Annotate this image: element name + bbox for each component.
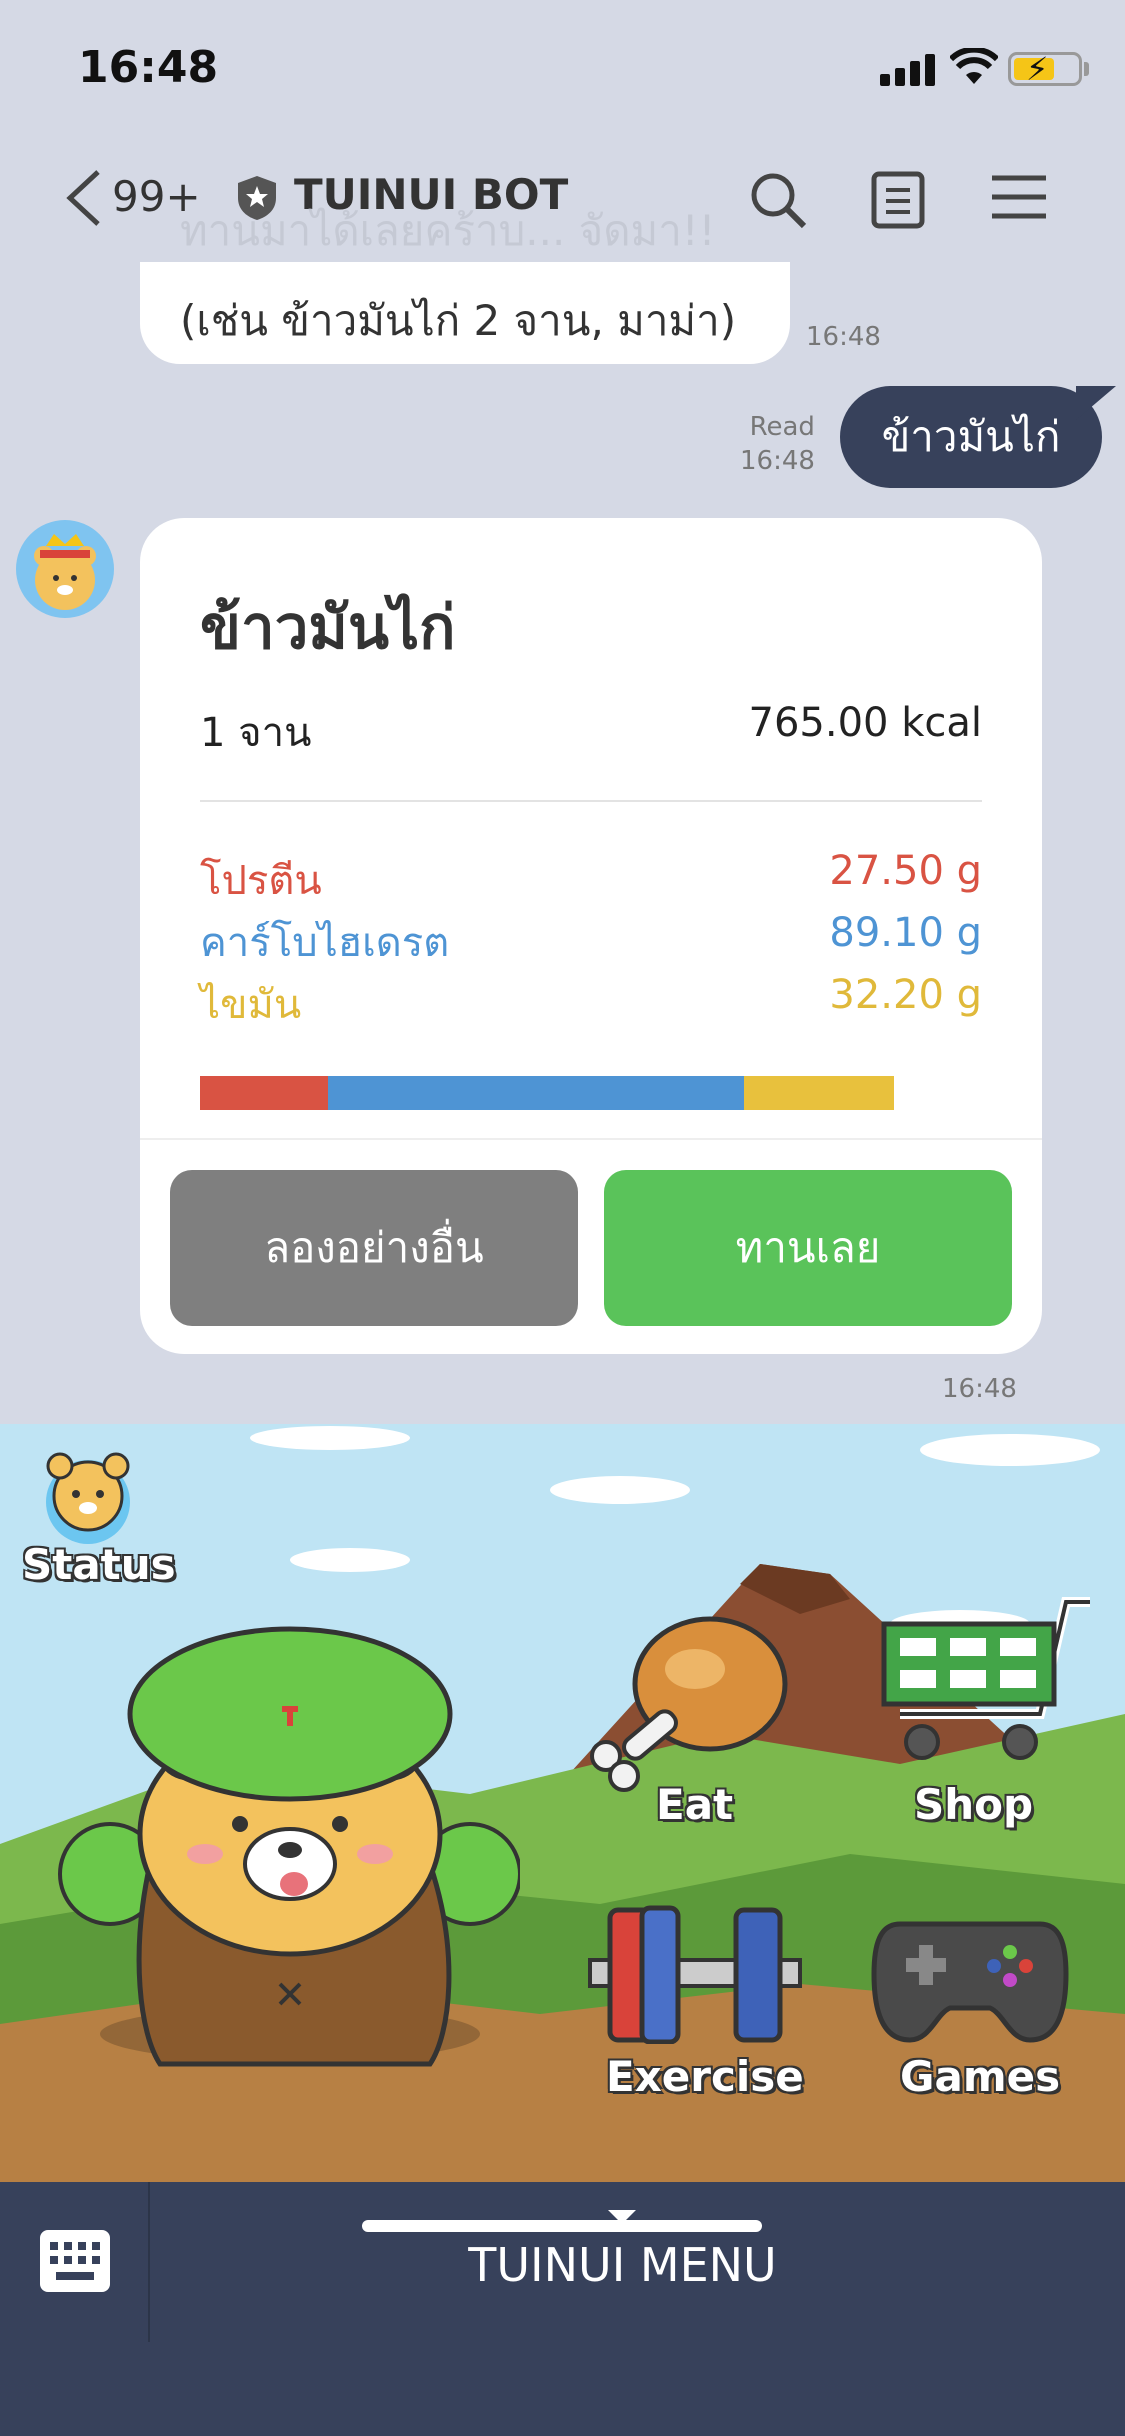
hamster-character	[50, 1574, 520, 2084]
status-bar: 16:48 ⚡	[0, 0, 1125, 140]
message-timestamp: 16:48	[806, 322, 881, 352]
nutrient-label: คาร์โบไฮเดรต	[200, 920, 450, 966]
nutrient-row-carbohydrate: คาร์โบไฮเดรต 89.10 g	[200, 910, 982, 974]
notes-icon[interactable]	[870, 170, 926, 230]
bot-message-text: (เช่น ข้าวมันไก่ 2 จาน, มาม่า)	[180, 296, 737, 345]
eat-menu-item[interactable]: Eat	[580, 1604, 800, 1854]
exercise-label: Exercise	[606, 2052, 804, 2101]
search-icon[interactable]	[748, 170, 808, 230]
divider	[200, 800, 982, 802]
food-title: ข้าวมันไก่	[200, 593, 456, 663]
serving-size: 1 จาน	[200, 710, 312, 756]
try-other-button[interactable]: ลองอย่างอื่น	[170, 1170, 578, 1326]
macro-bar-segment	[743, 1076, 894, 1110]
eat-now-button[interactable]: ทานเลย	[604, 1170, 1012, 1326]
card-divider	[140, 1138, 1042, 1140]
menu-toggle-label: TUINUI MENU	[468, 2238, 777, 2292]
rich-menu: Status Eat Shop Exercise Games	[0, 1424, 1125, 2182]
games-menu-item[interactable]: Games	[860, 1904, 1090, 2114]
status-menu-item[interactable]: Status	[10, 1436, 176, 1596]
exercise-menu-item[interactable]: Exercise	[580, 1904, 810, 2114]
charging-bolt-icon: ⚡	[1026, 50, 1049, 88]
status-time: 16:48	[78, 42, 219, 93]
chicken-leg-icon	[590, 1616, 788, 1792]
dumbbell-icon	[588, 1905, 802, 2044]
user-message-time: 16:48	[740, 446, 815, 476]
keyboard-toggle-button[interactable]	[0, 2182, 150, 2342]
bot-message-bubble: ทานมาได้เลยคร้าบ... จัดมา!! (เช่น ข้าวมั…	[140, 206, 790, 364]
nutrient-value: 32.20 g	[829, 972, 982, 1018]
home-indicator[interactable]	[362, 2220, 762, 2232]
shop-label: Shop	[914, 1780, 1034, 1829]
hamster-face-icon	[46, 1452, 130, 1544]
bot-avatar[interactable]	[16, 520, 114, 618]
wifi-icon	[950, 48, 998, 84]
bot-message-faded-line: ทานมาได้เลยคร้าบ... จัดมา!!	[180, 206, 716, 255]
hamburger-icon[interactable]	[990, 172, 1048, 222]
signal-icon	[880, 52, 936, 86]
keyboard-icon	[40, 2230, 110, 2292]
nutrient-row-protein: โปรตีน 27.50 g	[200, 848, 982, 912]
gamepad-icon	[871, 1921, 1069, 2043]
food-card: ข้าวมันไก่ 1 จาน 765.00 kcal โปรตีน 27.5…	[140, 518, 1042, 1354]
shop-menu-item[interactable]: Shop	[870, 1594, 1100, 1854]
rich-menu-toggle[interactable]: TUINUI MENU	[150, 2182, 1125, 2342]
read-status: Read	[749, 412, 815, 442]
games-label: Games	[900, 2052, 1061, 2101]
user-message-bubble: ข้าวมันไก่	[840, 386, 1102, 488]
nutrient-row-fat: ไขมัน 32.20 g	[200, 972, 982, 1036]
nutrient-value: 27.50 g	[829, 848, 982, 894]
calories-value: 765.00 kcal	[748, 700, 982, 746]
card-timestamp: 16:48	[942, 1374, 1017, 1404]
nutrient-label: ไขมัน	[200, 982, 302, 1028]
shopping-cart-icon	[881, 1597, 1090, 1760]
read-receipt: Read 16:48	[740, 410, 815, 478]
nutrient-value: 89.10 g	[829, 910, 982, 956]
macro-ratio-bar	[200, 1076, 894, 1110]
macro-bar-segment	[328, 1076, 744, 1110]
nutrient-label: โปรตีน	[200, 858, 322, 904]
eat-label: Eat	[656, 1780, 734, 1829]
chevron-left-icon[interactable]	[62, 168, 108, 228]
macro-bar-segment	[200, 1076, 329, 1110]
